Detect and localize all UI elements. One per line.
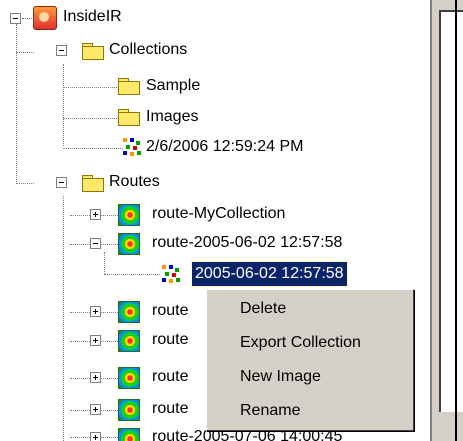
thermal-image-icon	[118, 428, 140, 441]
tree-node-label: route-2005-06-02 12:57:58	[152, 234, 343, 251]
tree-node-label: route	[152, 331, 189, 348]
expand-toggle[interactable]	[90, 335, 101, 346]
tree-node-label: 2005-06-02 12:57:58	[191, 261, 348, 287]
folder-icon	[118, 109, 140, 126]
detail-panel-frame	[439, 10, 463, 412]
folder-icon	[82, 43, 104, 60]
collapse-toggle[interactable]	[90, 238, 101, 249]
tree-node-label: route	[152, 368, 189, 385]
menu-item-new-image[interactable]: New Image	[208, 362, 410, 392]
collapse-toggle-collections[interactable]	[56, 45, 67, 56]
collapse-toggle-routes[interactable]	[56, 177, 67, 188]
image-set-icon	[162, 265, 180, 283]
tree-node-label: Sample	[146, 77, 201, 94]
folder-icon	[82, 175, 104, 192]
tree-node-label: route	[152, 302, 189, 319]
thermal-image-icon	[118, 301, 140, 323]
expand-toggle[interactable]	[90, 432, 101, 441]
menu-item-export-collection[interactable]: Export Collection	[208, 328, 410, 358]
thermal-image-icon	[118, 330, 140, 352]
menu-item-delete[interactable]: Delete	[208, 294, 410, 324]
collapse-toggle-root[interactable]	[10, 13, 21, 24]
thermal-image-icon	[118, 204, 140, 226]
image-set-icon	[123, 138, 141, 156]
thermal-image-icon	[118, 367, 140, 389]
expand-toggle[interactable]	[90, 372, 101, 383]
tree-node-label: Images	[146, 108, 199, 125]
thermal-image-icon	[118, 233, 140, 255]
expand-toggle[interactable]	[90, 404, 101, 415]
panel-border	[455, 0, 457, 441]
context-menu: Delete Export Collection New Image Renam…	[206, 289, 414, 431]
thermal-image-icon	[118, 399, 140, 421]
expand-toggle[interactable]	[90, 306, 101, 317]
tree-node-label: InsideIR	[63, 8, 122, 25]
detail-panel	[432, 0, 463, 441]
tree-node-label: Collections	[109, 41, 188, 58]
folder-icon	[118, 78, 140, 95]
tree-node-label: route	[152, 400, 189, 417]
tree-node-label: Routes	[109, 173, 160, 190]
tree-node-label: route-MyCollection	[152, 205, 286, 222]
menu-item-rename[interactable]: Rename	[208, 396, 410, 426]
tree-node-label: 2/6/2006 12:59:24 PM	[146, 138, 304, 155]
expand-toggle[interactable]	[90, 209, 101, 220]
insideir-app-icon	[33, 6, 57, 30]
